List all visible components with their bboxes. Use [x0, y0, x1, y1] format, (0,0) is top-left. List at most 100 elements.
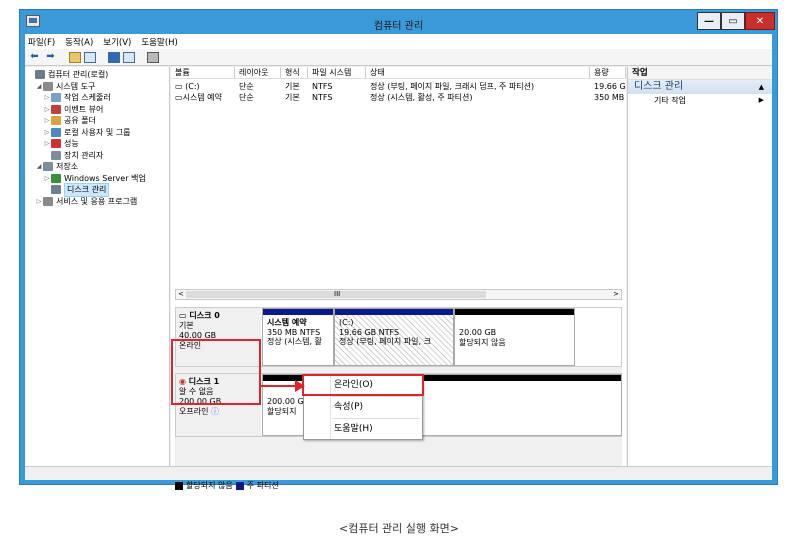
disk-1-highlight [171, 339, 261, 405]
tree-item[interactable]: ◢ 저장소 [25, 161, 169, 173]
tree-node-icon [51, 185, 61, 195]
volume-file-system: NTFS [312, 93, 333, 102]
expand-arrow-icon[interactable]: ▷ [43, 127, 51, 139]
arrow-annotation-icon [259, 380, 305, 392]
tree-node-icon [35, 70, 45, 80]
partition-system-reserved[interactable]: 시스템 예약 350 MB NTFS 정상 (시스템, 활 [262, 308, 334, 366]
disk-0-type: 기본 [179, 321, 194, 330]
show-hide-tree-icon[interactable] [84, 51, 96, 63]
info-icon[interactable]: ⓘ [211, 407, 219, 416]
volume-status: 정상 (시스템, 활성, 주 파티션) [370, 93, 473, 102]
expand-arrow-icon[interactable]: ▷ [35, 196, 43, 208]
volume-capacity: 19.66 G [594, 82, 626, 91]
window-title: 컴퓨터 관리 [373, 21, 424, 32]
menu-action[interactable]: 동작(A) [65, 36, 93, 48]
tree-node-icon [43, 196, 53, 206]
tree-item-label: 공유 폴더 [64, 116, 96, 125]
expand-arrow-icon[interactable]: ▷ [43, 104, 51, 116]
tree-item[interactable]: ▷ 성능 [25, 138, 169, 150]
collapse-arrow-icon[interactable]: ◢ [35, 161, 43, 173]
partition-unallocated[interactable]: 20.00 GB 할당되지 않음 [454, 308, 575, 366]
disk-1-status: 오프라인 [179, 407, 209, 416]
tree-item-label: 이벤트 뷰어 [64, 104, 104, 114]
online-highlight [302, 374, 424, 396]
more-actions-item[interactable]: 기타 작업 ▶ [628, 94, 772, 107]
tree-item[interactable]: ▷ 공유 폴더 [25, 115, 169, 127]
volume-name: ▭ (C:) [175, 82, 200, 91]
tree-item[interactable]: 디스크 관리 [25, 183, 169, 197]
horizontal-scrollbar[interactable]: < III > [175, 289, 622, 300]
primary-swatch [235, 481, 244, 490]
maximize-button[interactable]: ▭ [721, 12, 745, 30]
menu-help[interactable]: 도움말(H) [141, 36, 177, 48]
column-file-system[interactable]: 파일 시스템 [308, 67, 366, 78]
column-layout[interactable]: 레이아웃 [235, 67, 281, 78]
collapse-icon[interactable]: ▲ [759, 80, 764, 94]
tree-item[interactable]: ▷ 작업 스케줄러 [25, 92, 169, 104]
tree-node-icon [51, 150, 61, 160]
menu-file[interactable]: 파일(F) [28, 36, 55, 48]
unallocated-swatch [175, 481, 183, 490]
tree-item-label: 컴퓨터 관리(로컬) [48, 70, 109, 79]
menu-view[interactable]: 보기(V) [103, 36, 131, 48]
menu-item-help[interactable]: 도움말(H) [304, 420, 422, 438]
disk-view-icon[interactable] [147, 51, 159, 63]
table-row[interactable]: ▭시스템 예약 단순 기본 NTFS 정상 (시스템, 활성, 주 파티션) 3… [171, 92, 626, 103]
back-icon[interactable]: ⬅ [28, 51, 41, 63]
table-row[interactable]: ▭ (C:) 단순 기본 NTFS 정상 (부팅, 페이지 파일, 크래시 덤프… [171, 81, 626, 92]
tree-node-icon [51, 104, 61, 114]
tree-item[interactable]: ▷ 서비스 및 응용 프로그램 [25, 196, 169, 208]
menu-item-properties[interactable]: 속성(P) [304, 398, 422, 416]
tree-item-label: 시스템 도구 [56, 81, 96, 91]
more-actions-label: 기타 작업 [654, 96, 686, 105]
up-folder-icon[interactable] [69, 51, 81, 63]
actions-title: 작업 [628, 67, 772, 80]
collapse-arrow-icon[interactable]: ◢ [35, 81, 43, 93]
legend-unallocated: 할당되지 않음 [186, 481, 233, 490]
disk-0-name: 디스크 0 [189, 311, 220, 320]
tree-node-icon [43, 162, 53, 172]
partition-size: 350 MB NTFS [267, 327, 321, 337]
help-icon[interactable] [108, 51, 120, 63]
expand-arrow-icon[interactable]: ▷ [43, 92, 51, 104]
forward-icon[interactable]: ➡ [44, 51, 57, 63]
volume-file-system: NTFS [312, 82, 333, 91]
column-capacity[interactable]: 용량 [590, 67, 626, 78]
actions-pane: 작업 디스크 관리 ▲ 기타 작업 ▶ [627, 67, 772, 480]
tree-item-label: 로컬 사용자 및 그룹 [64, 127, 131, 137]
properties-icon[interactable] [123, 51, 135, 63]
tree-item-label: 서비스 및 응용 프로그램 [56, 196, 138, 206]
close-button[interactable]: ✕ [745, 12, 775, 30]
disk-icon: ▭ [179, 311, 190, 320]
tree-item[interactable]: 컴퓨터 관리(로컬) [25, 69, 169, 81]
tree-item-label: 장치 관리자 [64, 150, 104, 160]
tree-item-label: 성능 [64, 139, 79, 148]
scroll-left-icon[interactable]: < [178, 290, 184, 298]
tree-item[interactable]: 장치 관리자 [25, 150, 169, 162]
volume-list-header: 볼륨 레이아웃 형식 파일 시스템 상태 용량 [171, 67, 626, 79]
partition-name: 시스템 예약 [267, 318, 307, 327]
tree-node-icon [51, 127, 61, 137]
tree-item[interactable]: ◢ 시스템 도구 [25, 81, 169, 93]
tree-item[interactable]: ▷ 이벤트 뷰어 [25, 104, 169, 116]
expand-arrow-icon[interactable]: ▷ [43, 138, 51, 150]
tree-item[interactable]: ▷ 로컬 사용자 및 그룹 [25, 127, 169, 139]
expand-arrow-icon[interactable]: ▷ [43, 115, 51, 127]
partition-status: 정상 (부팅, 페이지 파일, 크 [339, 337, 431, 346]
partition-name: (C:) [339, 318, 354, 327]
navigation-tree: 컴퓨터 관리(로컬) ◢ 시스템 도구 ▷ 작업 스케줄러 ▷ 이벤트 뷰어 ▷ 공유 폴더 ▷ 로… [25, 67, 170, 480]
tree-item-label: 디스크 관리 [64, 183, 110, 197]
tree-node-icon [51, 173, 61, 183]
partition-c-drive[interactable]: (C:) 19.66 GB NTFS 정상 (부팅, 페이지 파일, 크 [334, 308, 454, 366]
column-type[interactable]: 형식 [281, 67, 308, 78]
volume-layout: 단순 [239, 93, 254, 102]
title-bar[interactable]: 컴퓨터 관리 — ▭ ✕ [20, 10, 777, 34]
actions-section-disk-management[interactable]: 디스크 관리 ▲ [628, 80, 772, 94]
expand-arrow-icon[interactable]: ▷ [43, 173, 51, 185]
volume-type: 기본 [285, 93, 300, 102]
scroll-right-icon[interactable]: > [613, 290, 619, 298]
legend: 할당되지 않음 주 파티션 [175, 480, 279, 491]
column-volume[interactable]: 볼륨 [171, 67, 235, 78]
column-status[interactable]: 상태 [366, 67, 590, 78]
minimize-button[interactable]: — [697, 12, 721, 30]
